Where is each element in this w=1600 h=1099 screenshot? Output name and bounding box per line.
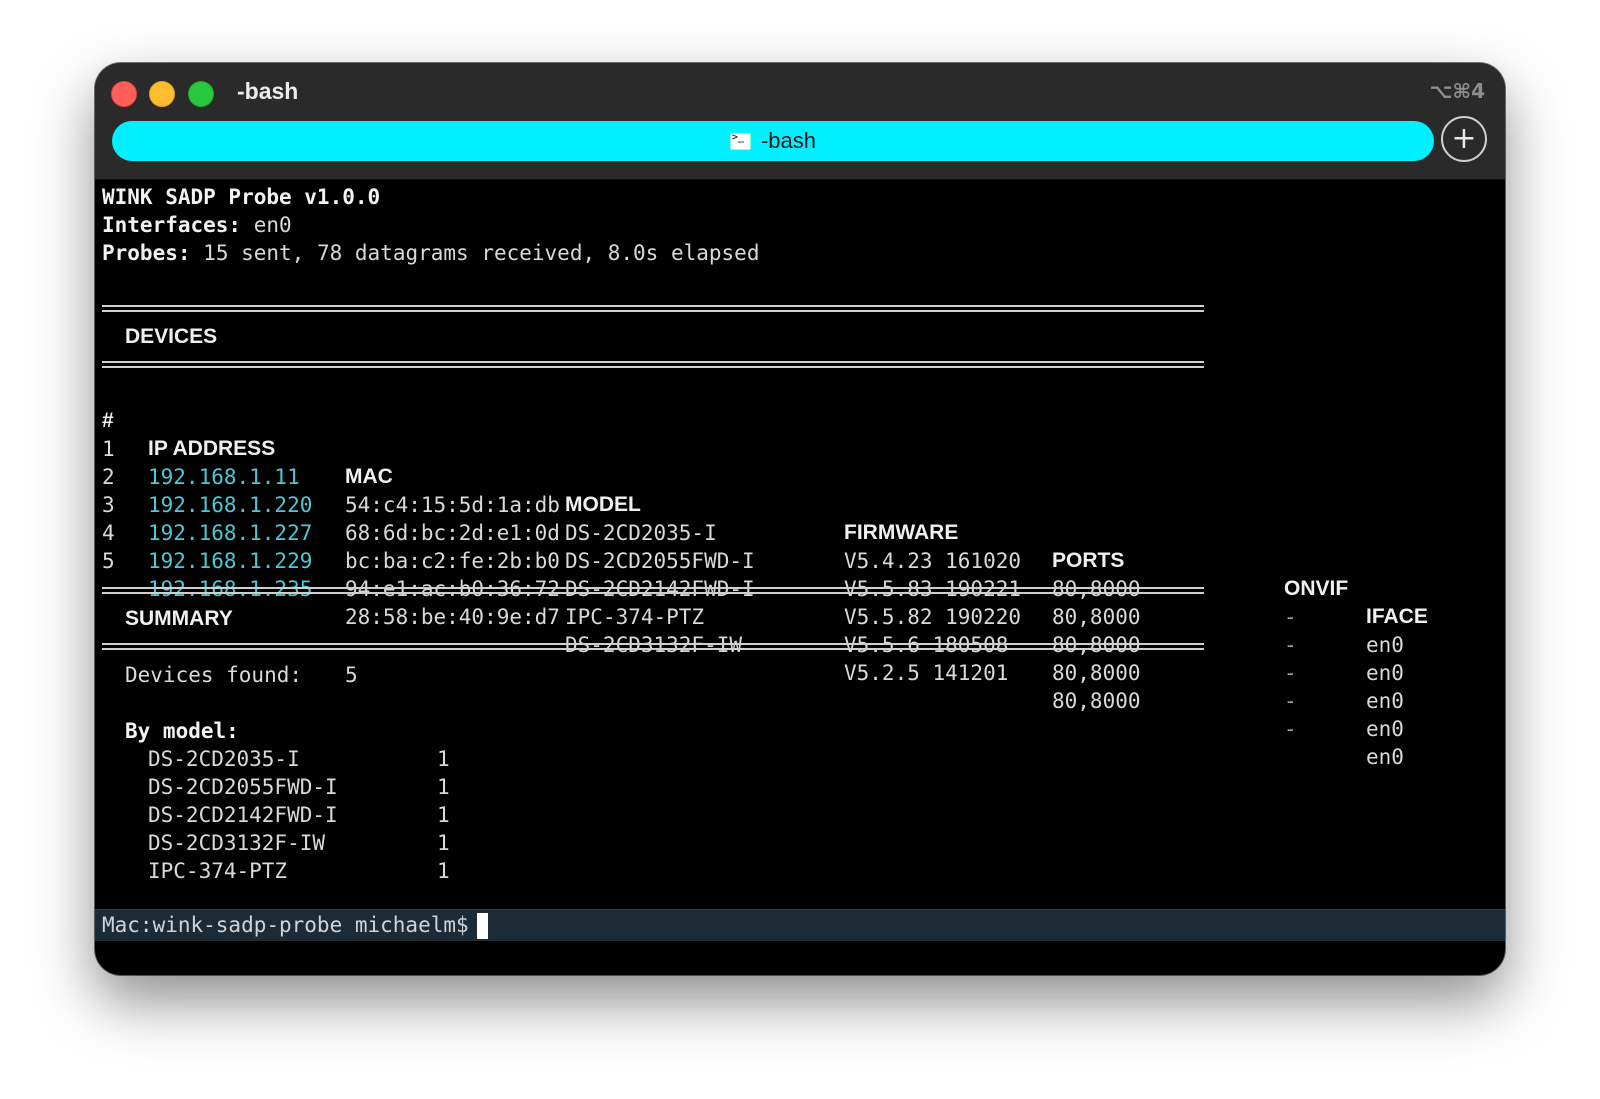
table-row: 1 192.168.1.11 54:c4:15:5d:1a:db DS-2CD2… [102,407,1502,657]
title-bar: -bash ⌥⌘4 -bash + [95,63,1505,180]
onvif: - [1284,661,1297,685]
interfaces-label: Interfaces: [102,213,242,237]
model-count-value: 1 [437,859,450,883]
prompt-line[interactable]: Mac:wink-sadp-probe michaelm$ [95,909,1505,941]
terminal-window: -bash ⌥⌘4 -bash + WINK SADP Probe v1.0.0… [95,63,1505,975]
model-count-value: 1 [437,803,450,827]
model-count-name: DS-2CD2142FWD-I [148,803,338,827]
shell-prompt[interactable]: Mac:wink-sadp-probe michaelm$ [102,910,488,941]
terminal-output[interactable]: WINK SADP Probe v1.0.0 Interfaces: en0 P… [102,180,1505,975]
model-count-value: 1 [437,831,450,855]
divider [102,587,1204,594]
probes-value: 15 sent, 78 datagrams received, 8.0s ela… [203,241,760,265]
model-count-value: 1 [437,747,450,771]
onvif: - [1284,717,1297,741]
divider [102,361,1204,368]
device-model: DS-2CD2055FWD-I [565,549,755,573]
iface: en0 [1366,661,1404,685]
close-window-button[interactable] [111,81,137,107]
model-count-name: IPC-374-PTZ [148,859,288,883]
row-number: 5 [102,549,115,573]
table-row: 5 192.168.1.235 28:58:be:40:9e:d7 DS-2CD… [102,519,1502,769]
ports: 80,8000 [1052,661,1141,685]
onvif: - [1284,633,1297,657]
text-cursor [476,913,488,939]
device-model: IPC-374-PTZ [565,605,705,629]
model-count-name: DS-2CD2055FWD-I [148,775,338,799]
model-count-value: 1 [437,775,450,799]
mac-address: 28:58:be:40:9e:d7 [345,605,560,629]
interfaces-line: Interfaces: en0 [102,211,292,239]
interfaces-value: en0 [253,213,292,237]
firmware-version: V5.5.82 190220 [844,605,1022,629]
column-header: IFACE [1366,605,1428,628]
iface: en0 [1366,745,1404,769]
by-model-label: By model: [125,719,239,743]
onvif: - [1284,605,1297,629]
mac-address: bc:ba:c2:fe:2b:b0 [345,549,560,573]
minimize-window-button[interactable] [149,81,175,107]
iface: en0 [1366,633,1404,657]
table-row: 2 192.168.1.220 68:6d:bc:2d:e1:0d DS-2CD… [102,435,1502,685]
ports: 80,8000 [1052,689,1141,713]
onvif: - [1284,689,1297,713]
zoom-window-button[interactable] [188,81,214,107]
devices-found-label: Devices found: [125,663,303,687]
divider [102,643,1204,650]
devices-section-title: DEVICES [125,325,218,348]
column-header: ONVIF [1284,577,1349,600]
firmware-version: V5.4.23 161020 [844,549,1022,573]
iface: en0 [1366,717,1404,741]
probes-label: Probes: [102,241,191,265]
window-title: -bash [237,78,299,104]
tab-bash[interactable]: -bash [112,121,1434,161]
firmware-version: V5.2.5 141201 [844,661,1009,685]
probes-line: Probes: 15 sent, 78 datagrams received, … [102,239,759,267]
summary-section-title: SUMMARY [125,607,233,630]
divider [102,305,1204,312]
terminal-icon [729,132,751,150]
tab-label: -bash [760,128,817,153]
devices-table-header: # IP ADDRESS MAC MODEL FIRMWARE PORTS ON… [102,379,1502,628]
window-shortcut-label: ⌥⌘4 [1429,79,1485,103]
iface: en0 [1366,689,1404,713]
devices-found-value: 5 [345,663,358,687]
ports: 80,8000 [1052,605,1141,629]
column-header: PORTS [1052,549,1125,572]
prompt-text: Mac:wink-sadp-probe michaelm$ [102,913,469,937]
table-row: 3 192.168.1.227 bc:ba:c2:fe:2b:b0 DS-2CD… [102,463,1502,713]
app-version-line: WINK SADP Probe v1.0.0 [102,185,381,209]
table-row: 4 192.168.1.229 94:e1:ac:b0:36:72 IPC-37… [102,491,1502,741]
new-tab-button[interactable]: + [1441,116,1487,162]
model-count-name: DS-2CD3132F-IW [148,831,326,855]
model-count-name: DS-2CD2035-I [148,747,300,771]
